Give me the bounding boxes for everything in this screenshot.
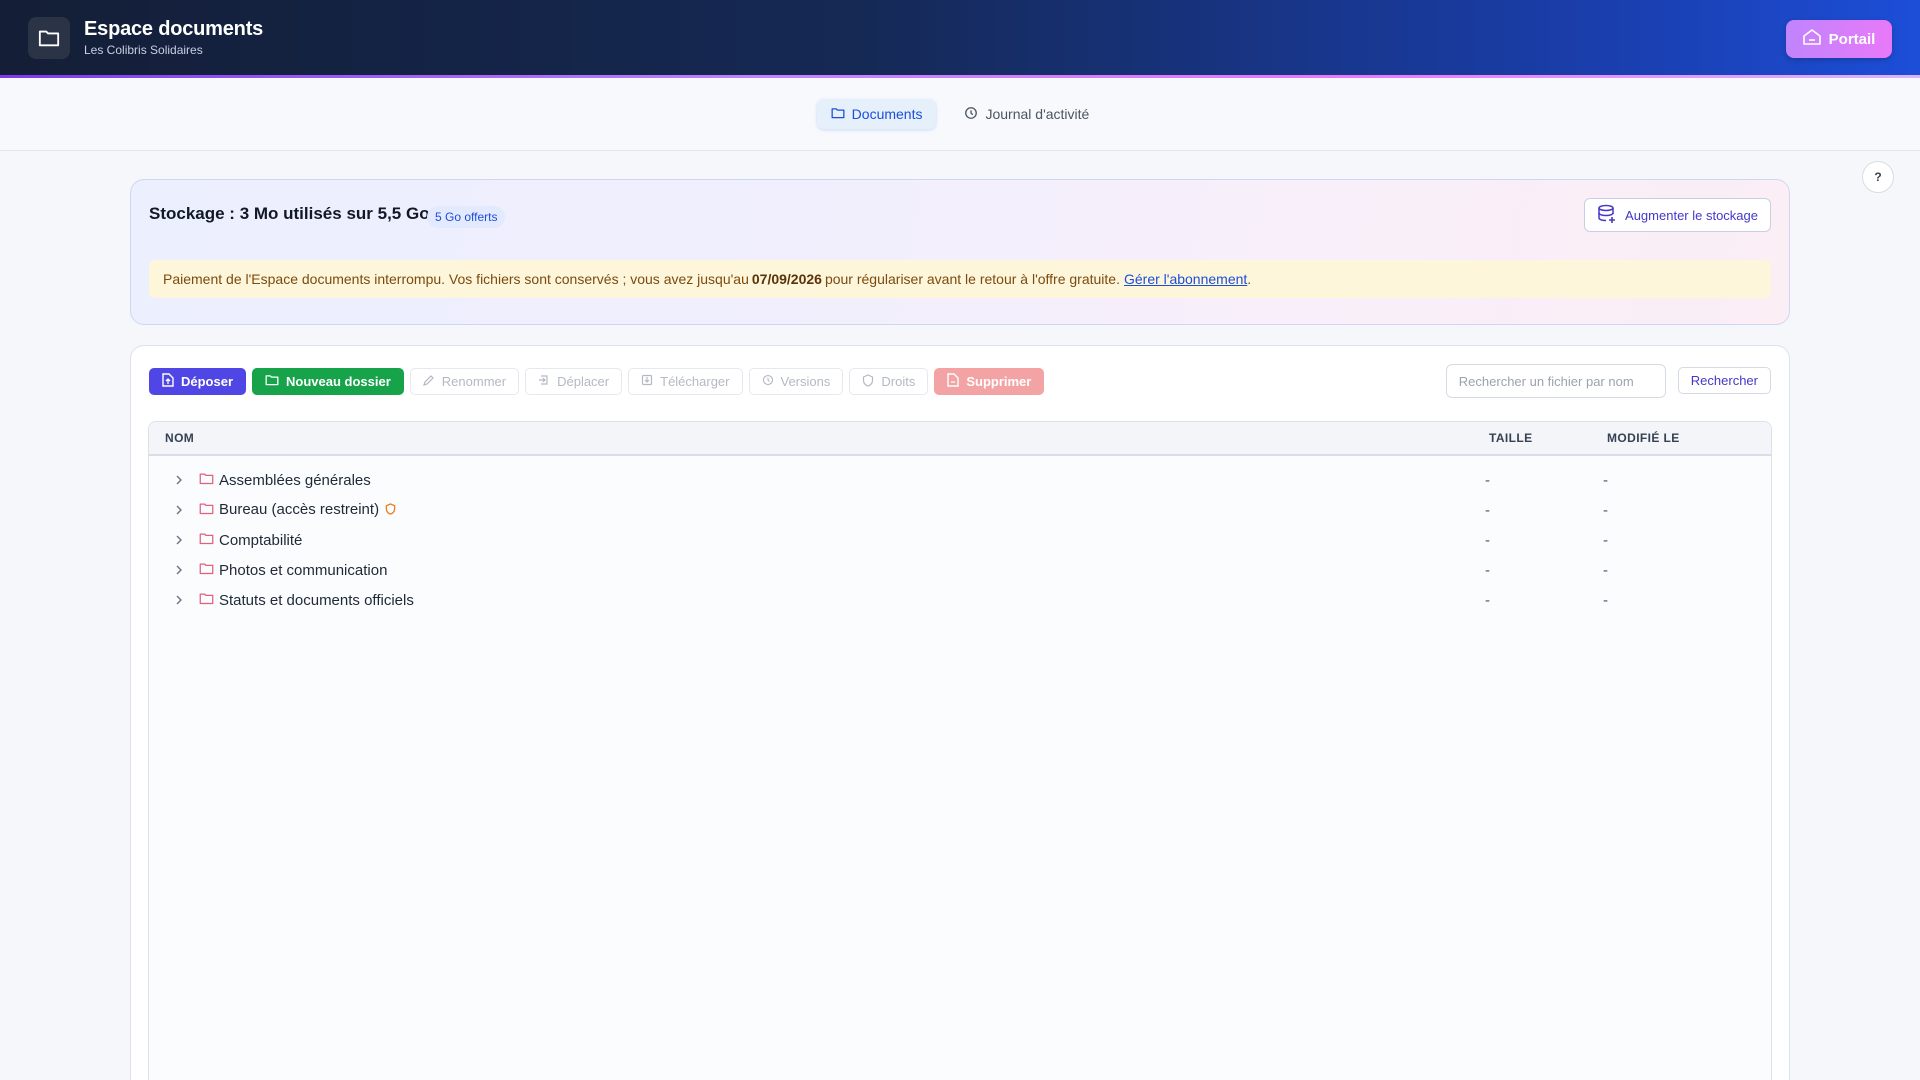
row-name: Bureau (accès restreint) (219, 501, 380, 519)
database-plus-icon (1597, 204, 1617, 227)
table-body: Assemblées générales - - Bureau (accès r… (149, 456, 1771, 615)
table-row[interactable]: Bureau (accès restreint) - - (149, 495, 1771, 525)
app-header: Espace documents Les Colibris Solidaires… (0, 0, 1920, 78)
chevron-right-icon[interactable] (175, 563, 183, 578)
storage-badge: 5 Go offerts (427, 206, 506, 228)
row-name: Statuts et documents officiels (219, 591, 414, 609)
row-name: Assemblées générales (219, 471, 371, 489)
history-icon (762, 374, 774, 389)
search-input[interactable] (1445, 364, 1666, 398)
upload-button[interactable]: Déposer (149, 368, 247, 395)
row-name-wrapper: Bureau (accès restreint) (219, 501, 396, 519)
row-size: - (1485, 591, 1490, 609)
search-button[interactable]: Rechercher (1677, 367, 1771, 394)
row-modified: - (1603, 531, 1608, 549)
delete-file-icon (947, 373, 960, 390)
column-size-header[interactable]: TAILLE (1489, 431, 1533, 445)
row-name: Comptabilité (219, 531, 303, 549)
storage-card: Stockage : 3 Mo utilisés sur 5,5 Go 5 Go… (130, 179, 1790, 325)
tab-documents[interactable]: Documents (816, 99, 937, 129)
upload-file-icon (162, 373, 174, 390)
versions-label: Versions (780, 374, 831, 389)
table-header: NOM TAILLE MODIFIÉ LE (149, 422, 1771, 456)
notice-date: 07/09/2026 (751, 271, 822, 287)
move-button[interactable]: Déplacer (525, 368, 623, 395)
row-name: Photos et communication (219, 561, 388, 579)
row-size: - (1485, 501, 1490, 519)
upload-label: Déposer (181, 374, 234, 389)
row-modified: - (1603, 501, 1608, 519)
move-label: Déplacer (557, 374, 610, 389)
table-row[interactable]: Assemblées générales - - (149, 465, 1771, 495)
notice-text: Paiement de l'Espace documents interromp… (163, 271, 749, 287)
table-row[interactable]: Comptabilité - - (149, 525, 1771, 555)
folder-icon (831, 106, 845, 122)
files-card: Déposer Nouveau dossier Renommer Déplace… (130, 345, 1790, 1080)
payment-notice: Paiement de l'Espace documents interromp… (149, 260, 1771, 298)
tab-activity-log[interactable]: Journal d'activité (950, 99, 1103, 129)
portal-label: Portail (1828, 30, 1876, 48)
notice-text-2: pour régulariser avant le retour à l'off… (824, 271, 1120, 287)
portal-button[interactable]: Portail (1786, 20, 1892, 58)
file-toolbar: Déposer Nouveau dossier Renommer Déplace… (149, 368, 1045, 395)
row-size: - (1485, 531, 1490, 549)
home-icon (1802, 29, 1821, 49)
column-name-header[interactable]: NOM (165, 431, 194, 445)
upgrade-storage-button[interactable]: Augmenter le stockage (1584, 198, 1771, 232)
row-modified: - (1603, 561, 1608, 579)
pencil-icon (422, 374, 435, 389)
folder-icon (199, 592, 214, 609)
rename-button[interactable]: Renommer (409, 368, 520, 395)
help-button[interactable]: ? (1862, 161, 1894, 193)
versions-button[interactable]: Versions (748, 368, 844, 395)
organization-name: Les Colibris Solidaires (84, 43, 203, 57)
row-modified: - (1603, 471, 1608, 489)
chevron-right-icon[interactable] (175, 503, 183, 518)
row-size: - (1485, 561, 1490, 579)
folder-icon (199, 562, 214, 579)
new-folder-button[interactable]: Nouveau dossier (252, 368, 404, 395)
brand: Espace documents Les Colibris Solidaires (84, 18, 263, 57)
chevron-right-icon[interactable] (175, 473, 183, 488)
folder-plus-icon (265, 374, 279, 389)
download-label: Télécharger (660, 374, 730, 389)
chevron-right-icon[interactable] (175, 533, 183, 548)
tab-documents-label: Documents (851, 106, 923, 122)
delete-button[interactable]: Supprimer (934, 368, 1045, 395)
chevron-right-icon[interactable] (175, 593, 183, 608)
folder-icon (199, 472, 214, 489)
delete-label: Supprimer (966, 374, 1032, 389)
search-area: Rechercher (1445, 364, 1771, 398)
manage-subscription-link[interactable]: Gérer l'abonnement (1124, 271, 1247, 287)
rights-label: Droits (881, 374, 916, 389)
folder-icon (199, 532, 214, 549)
app-title: Espace documents (84, 18, 264, 40)
shield-icon (862, 373, 874, 390)
folder-logo-icon (28, 16, 70, 59)
row-size: - (1485, 471, 1490, 489)
notice-end: . (1247, 271, 1252, 287)
history-icon (964, 106, 978, 123)
rights-button[interactable]: Droits (849, 368, 929, 395)
storage-title: Stockage : 3 Mo utilisés sur 5,5 Go (149, 204, 430, 223)
column-modified-header[interactable]: MODIFIÉ LE (1607, 431, 1680, 445)
new-folder-label: Nouveau dossier (286, 374, 391, 389)
rename-label: Renommer (441, 374, 507, 389)
tab-bar: Documents Journal d'activité (0, 78, 1920, 151)
folder-icon (199, 502, 214, 519)
upgrade-storage-label: Augmenter le stockage (1625, 207, 1758, 223)
download-icon (641, 374, 653, 389)
table-row[interactable]: Photos et communication - - (149, 555, 1771, 585)
row-modified: - (1603, 591, 1608, 609)
tab-activity-label: Journal d'activité (985, 106, 1090, 122)
file-table: NOM TAILLE MODIFIÉ LE Assemblées général… (148, 421, 1772, 1080)
move-icon (538, 374, 550, 389)
table-row[interactable]: Statuts et documents officiels - - (149, 585, 1771, 615)
restricted-shield-icon (385, 502, 396, 519)
download-button[interactable]: Télécharger (628, 368, 743, 395)
